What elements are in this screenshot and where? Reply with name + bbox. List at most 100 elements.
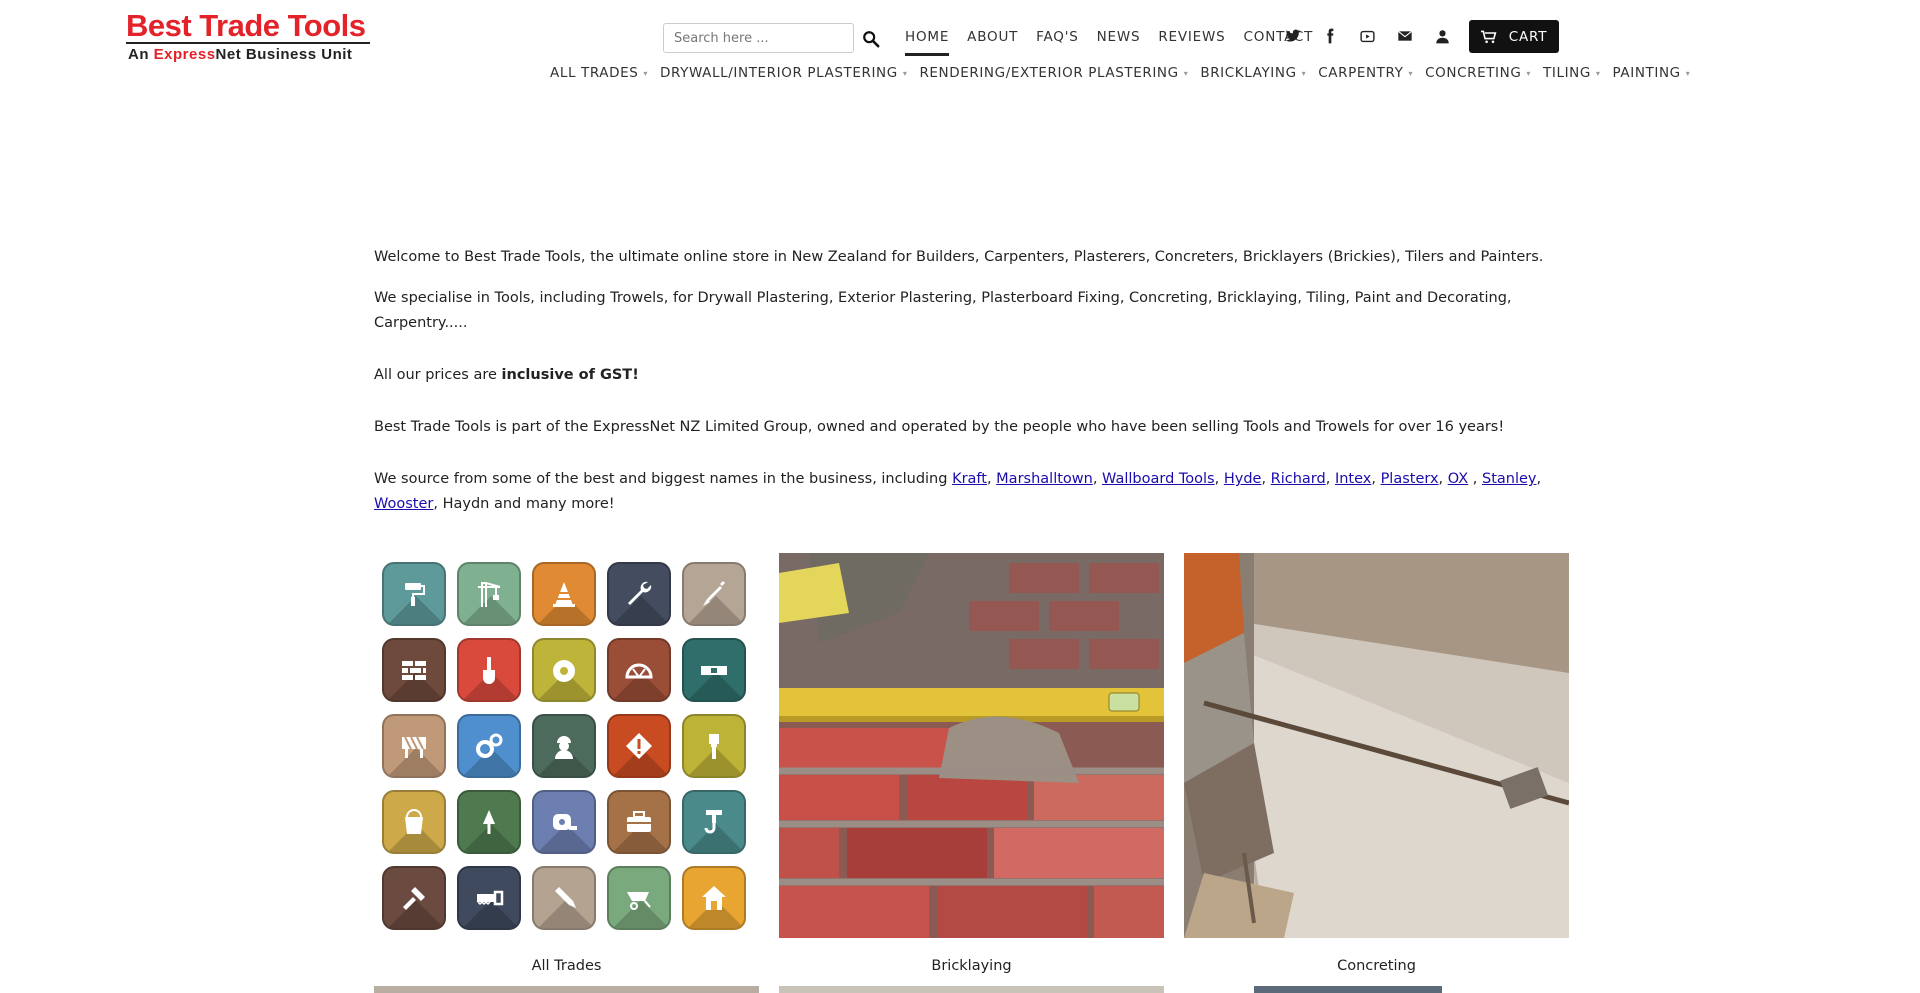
search-icon[interactable] <box>862 30 880 48</box>
tile-caption[interactable]: Bricklaying <box>779 958 1164 974</box>
nav-home[interactable]: HOME <box>905 26 961 58</box>
house-icon[interactable] <box>682 866 746 930</box>
trowel-icon[interactable] <box>457 790 521 854</box>
brand-link[interactable]: Intex <box>1335 471 1371 487</box>
logo-sub-suffix: Net Business Unit <box>215 46 353 63</box>
brand-link[interactable]: Marshalltown <box>996 471 1093 487</box>
site-header: Best Trade Tools An ExpressNet Business … <box>0 0 1920 90</box>
toolbox-icon[interactable] <box>607 790 671 854</box>
cart-icon <box>1480 30 1497 43</box>
concreting-photo <box>1184 553 1569 938</box>
brand-link[interactable]: Stanley <box>1482 471 1537 487</box>
chevron-down-icon: ▾ <box>1301 68 1307 78</box>
category-label: CARPENTRY <box>1318 65 1404 81</box>
brands-suffix: , Haydn and many more! <box>433 496 615 512</box>
search-input[interactable] <box>663 23 854 53</box>
chevron-down-icon: ▾ <box>1595 68 1601 78</box>
brand-link[interactable]: Wooster <box>374 496 433 512</box>
tile-concreting[interactable] <box>1184 553 1569 938</box>
gst-paragraph: All our prices are inclusive of GST! <box>374 363 1569 388</box>
chisel-icon[interactable] <box>532 866 596 930</box>
wrench-icon[interactable] <box>607 562 671 626</box>
bricklaying-photo <box>779 553 1164 938</box>
category-rendering[interactable]: RENDERING/EXTERIOR PLASTERING ▾ <box>919 65 1188 81</box>
brand-link[interactable]: Hyde <box>1224 471 1262 487</box>
youtube-icon[interactable] <box>1358 27 1376 45</box>
nav-faqs[interactable]: FAQ'S <box>1036 26 1090 58</box>
category-all-trades[interactable]: ALL TRADES ▾ <box>550 65 648 81</box>
twitter-icon[interactable] <box>1284 27 1302 45</box>
logo-title: Best Trade Tools <box>126 8 366 44</box>
hook-icon[interactable] <box>682 790 746 854</box>
tile-caption[interactable]: Concreting <box>1184 958 1569 974</box>
category-concreting[interactable]: CONCRETING ▾ <box>1425 65 1531 81</box>
barrier-icon[interactable] <box>382 714 446 778</box>
category-carpentry[interactable]: CARPENTRY ▾ <box>1318 65 1413 81</box>
site-logo[interactable]: Best Trade Tools An ExpressNet Business … <box>126 8 370 66</box>
bucket-icon[interactable] <box>382 790 446 854</box>
brand-link[interactable]: Richard <box>1271 471 1326 487</box>
specialise-paragraph: We specialise in Tools, including Trowel… <box>374 290 1512 331</box>
cart-label: CART <box>1508 28 1548 45</box>
worker-icon[interactable] <box>532 714 596 778</box>
tile-bricklaying[interactable] <box>779 553 1164 938</box>
logo-title-part2: Tools <box>287 8 366 43</box>
crane-icon[interactable] <box>457 562 521 626</box>
brand-link[interactable]: OX <box>1448 471 1468 487</box>
intro-text: Welcome to Best Trade Tools, the ultimat… <box>374 245 1569 533</box>
account-icon[interactable] <box>1433 27 1451 45</box>
category-drywall[interactable]: DRYWALL/INTERIOR PLASTERING ▾ <box>660 65 907 81</box>
next-tile-edge <box>1254 986 1442 993</box>
email-icon[interactable] <box>1396 27 1414 45</box>
logo-title-part1: Best Trade <box>126 8 280 43</box>
nav-reviews[interactable]: REVIEWS <box>1158 26 1237 58</box>
traffic-cone-icon[interactable] <box>532 562 596 626</box>
category-label: PAINTING <box>1612 65 1681 81</box>
paint-roller-icon[interactable] <box>382 562 446 626</box>
welcome-paragraph: Welcome to Best Trade Tools, the ultimat… <box>374 249 1544 265</box>
chevron-down-icon: ▾ <box>1685 68 1691 78</box>
protractor-icon[interactable] <box>607 638 671 702</box>
category-nav: ALL TRADES ▾ DRYWALL/INTERIOR PLASTERING ▾… <box>550 65 1702 81</box>
logo-subtitle: An ExpressNet Business Unit <box>128 46 352 63</box>
brands-prefix: We source from some of the best and bigg… <box>374 471 953 487</box>
tape-measure-icon[interactable] <box>532 790 596 854</box>
facebook-icon[interactable] <box>1321 27 1339 45</box>
screwdriver-icon[interactable] <box>682 562 746 626</box>
bricks-icon[interactable] <box>382 638 446 702</box>
category-label: CONCRETING <box>1425 65 1522 81</box>
category-label: BRICKLAYING <box>1200 65 1297 81</box>
next-tile-edge <box>779 986 1164 993</box>
chevron-down-icon: ▾ <box>1526 68 1532 78</box>
nav-news[interactable]: NEWS <box>1097 26 1153 58</box>
wheelbarrow-icon[interactable] <box>607 866 671 930</box>
brands-paragraph: We source from some of the best and bigg… <box>374 471 1542 512</box>
category-label: DRYWALL/INTERIOR PLASTERING <box>660 65 898 81</box>
brand-link[interactable]: Wallboard Tools <box>1102 471 1215 487</box>
tile-caption[interactable]: All Trades <box>374 958 759 974</box>
category-painting[interactable]: PAINTING ▾ <box>1613 65 1691 81</box>
category-tiling[interactable]: TILING ▾ <box>1543 65 1601 81</box>
cart-button[interactable]: CART <box>1469 20 1559 53</box>
nav-about[interactable]: ABOUT <box>967 26 1030 58</box>
group-paragraph: Best Trade Tools is part of the ExpressN… <box>374 419 1505 435</box>
gst-prefix: All our prices are <box>374 367 502 383</box>
logo-divider <box>126 42 370 44</box>
next-tile-edge <box>374 986 759 993</box>
saw-blade-icon[interactable] <box>532 638 596 702</box>
category-bricklaying[interactable]: BRICKLAYING ▾ <box>1200 65 1306 81</box>
handsaw-icon[interactable] <box>457 866 521 930</box>
logo-sub-prefix: An <box>128 46 154 63</box>
trade-icon-grid[interactable] <box>382 562 752 932</box>
brand-link[interactable]: Kraft <box>952 471 987 487</box>
level-icon[interactable] <box>682 638 746 702</box>
gst-highlight: inclusive of GST! <box>501 367 639 383</box>
brand-link[interactable]: Plasterx <box>1381 471 1439 487</box>
gears-icon[interactable] <box>457 714 521 778</box>
hammer-icon[interactable] <box>382 866 446 930</box>
chevron-down-icon: ▾ <box>1183 68 1189 78</box>
chevron-down-icon: ▾ <box>643 68 649 78</box>
warning-sign-icon[interactable] <box>607 714 671 778</box>
shovel-icon[interactable] <box>457 638 521 702</box>
paintbrush-icon[interactable] <box>682 714 746 778</box>
